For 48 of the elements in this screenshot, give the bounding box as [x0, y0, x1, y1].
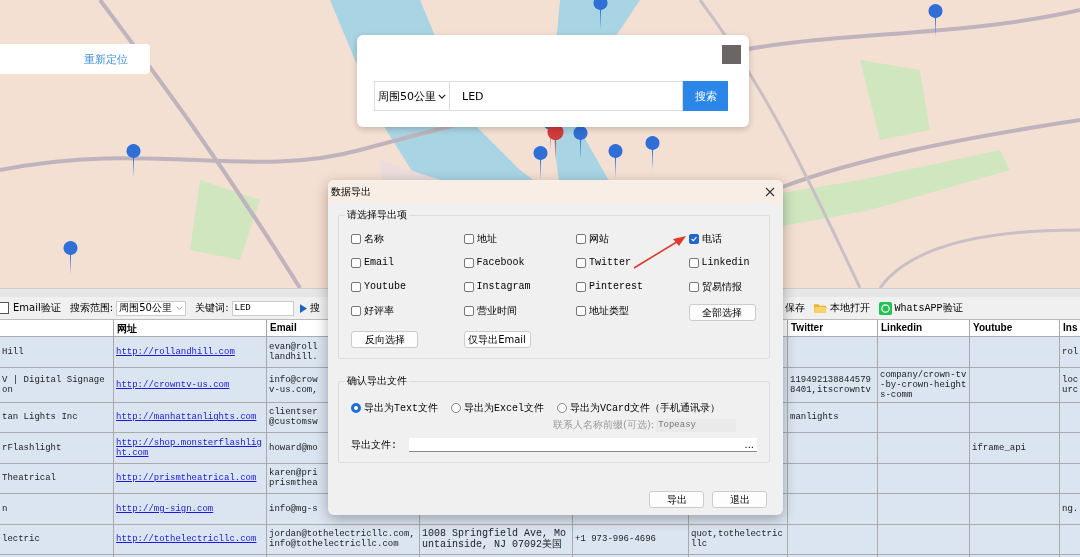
table-cell: 1194921388445798401,itscrowntv [788, 367, 878, 403]
column-header: Youtube [970, 320, 1060, 337]
field-label: 名称 [364, 232, 384, 246]
field-label: Youtube [364, 281, 406, 292]
table-cell: n [0, 494, 114, 525]
table-cell: Hill [0, 337, 114, 368]
table-cell: loc urc [1060, 367, 1080, 403]
format-label: 导出为VCard文件（手机通讯录） [570, 401, 720, 415]
table-cell: rol [1060, 337, 1080, 368]
field-label: Pinterest [589, 281, 643, 292]
export-file-label: 导出文件: [351, 438, 397, 452]
field-label: 营业时间 [476, 304, 517, 318]
field-label: Email [364, 257, 394, 268]
field-label: Instagram [476, 281, 531, 292]
table-cell: manlights [788, 402, 878, 433]
table-cell: ng. [1060, 494, 1080, 525]
table-cell: lectric [0, 524, 114, 555]
table-cell: 1008 Springfield Ave, Mountainside, NJ 07092美国 [420, 524, 573, 555]
field-label: Twitter [589, 257, 631, 268]
table-cell: +1 973-996-4696 [573, 524, 689, 555]
format-label: 导出为Excel文件 [464, 401, 544, 415]
table-cell: jordan@tothelectricllc.com,info@tothelectricllc.com [267, 524, 420, 555]
range-label: 搜索范围: [69, 301, 114, 315]
field-label: 地址类型 [589, 304, 629, 318]
field-label: Facebook [476, 257, 525, 268]
field-label: 贸易情报 [701, 280, 742, 294]
prefix-label: 联系人名称前缀(可选): [553, 418, 655, 432]
column-header: 网址 [114, 320, 267, 337]
column-header: Twitter [788, 320, 878, 337]
table-cell: V | Digital Signage on [0, 367, 114, 403]
email-verify-label: Email验证 [13, 301, 61, 315]
field-label: 网站 [589, 232, 609, 246]
field-label: 好评率 [364, 304, 394, 318]
column-header: Ins [1060, 320, 1080, 337]
table-cell: rFlashlight [0, 433, 114, 464]
field-label: 电话 [701, 232, 722, 246]
table-cell: tan Lights Inc [0, 402, 114, 433]
table-cell: quot,tothelectricllc [689, 524, 788, 555]
table-cell: iframe_api [970, 433, 1060, 464]
group-title: 请选择导出项 [345, 208, 409, 222]
keyword-label: 关键词: [195, 301, 229, 315]
field-label: Linkedin [701, 257, 750, 268]
dialog-title: 数据导出 [331, 185, 371, 199]
group-title: 确认导出文件 [345, 374, 409, 388]
table-cell: company/crown-tv-by-crown-heights-comm [878, 367, 970, 403]
field-label: 地址 [476, 232, 497, 246]
table-cell: Theatrical [0, 463, 114, 494]
column-header: Linkedin [878, 320, 970, 337]
